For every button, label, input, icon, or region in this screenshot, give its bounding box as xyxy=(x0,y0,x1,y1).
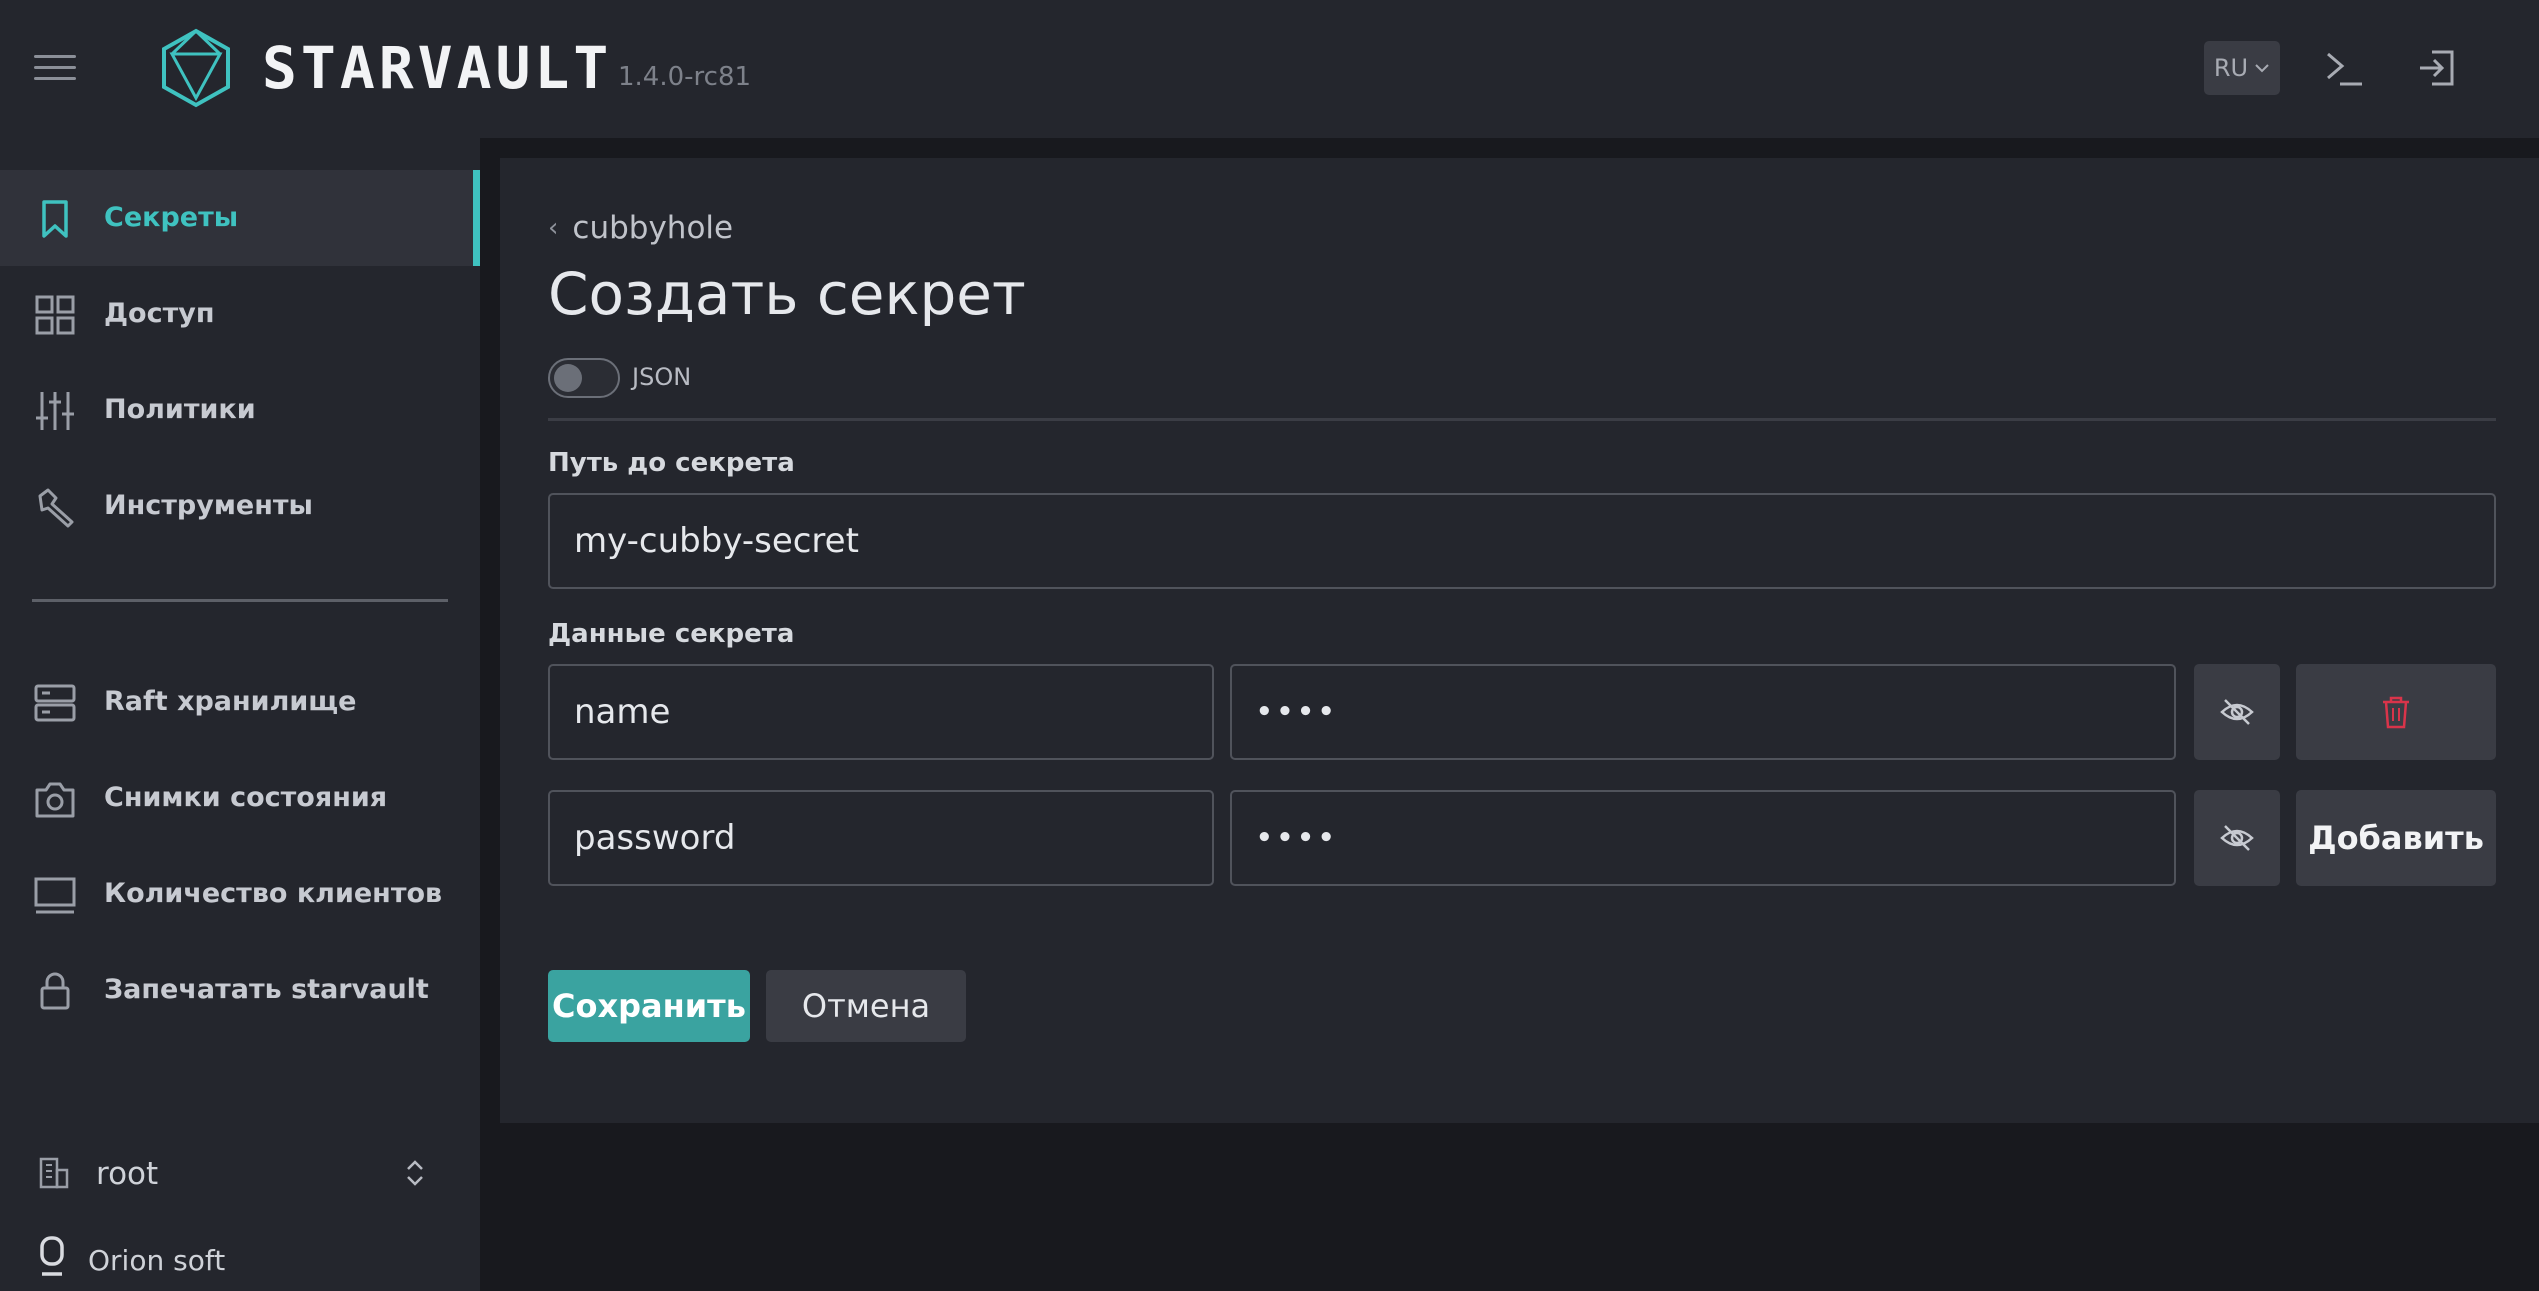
sidebar-item-access[interactable]: Доступ xyxy=(0,266,480,362)
monitor-icon xyxy=(34,877,76,914)
breadcrumb[interactable]: ‹ cubbyhole xyxy=(548,210,733,246)
grid-icon xyxy=(35,295,75,335)
logout-icon[interactable] xyxy=(2416,46,2460,90)
path-label: Путь до секрета xyxy=(548,448,795,478)
secret-value-input[interactable]: •••• xyxy=(1230,664,2176,760)
page-title: Создать секрет xyxy=(548,260,1026,328)
secret-value-input[interactable]: •••• xyxy=(1230,790,2176,886)
app-version: 1.4.0-rc81 xyxy=(618,62,752,92)
sidebar-item-label: Политики xyxy=(104,394,256,425)
sidebar-item-label: Инструменты xyxy=(104,490,313,521)
sidebar-item-label: Raft хранилище xyxy=(104,686,357,717)
chevron-left-icon: ‹ xyxy=(548,213,559,243)
breadcrumb-label: cubbyhole xyxy=(572,210,734,246)
menu-icon[interactable] xyxy=(34,55,76,80)
sidebar-item-tools[interactable]: Инструменты xyxy=(0,458,480,554)
organization-info: Orion soft xyxy=(38,1234,438,1284)
camera-icon xyxy=(35,782,75,818)
language-label: RU xyxy=(2213,54,2249,82)
sidebar-item-label: Запечатать starvault xyxy=(104,974,429,1005)
language-selector[interactable]: RU xyxy=(2204,41,2280,95)
delete-row-button[interactable] xyxy=(2296,664,2496,760)
sidebar-item-label: Снимки состояния xyxy=(104,782,388,813)
toggle-visibility-button[interactable] xyxy=(2194,790,2280,886)
add-row-button[interactable]: Добавить xyxy=(2296,790,2496,886)
json-toggle[interactable] xyxy=(548,358,620,398)
secret-data-label: Данные секрета xyxy=(548,619,795,649)
sidebar-item-label: Секреты xyxy=(104,202,239,233)
sidebar-item-label: Доступ xyxy=(104,298,215,329)
orion-logo-icon xyxy=(40,1236,64,1276)
sidebar-item-policies[interactable]: Политики xyxy=(0,362,480,458)
namespace-label: root xyxy=(96,1156,159,1192)
main-panel: ‹ cubbyhole Создать секрет JSON Путь до … xyxy=(500,158,2539,1123)
sidebar: Секреты Доступ Политики Инструменты Raft… xyxy=(0,138,480,1291)
sidebar-item-client-count[interactable]: Количество клиентов xyxy=(0,846,480,942)
sliders-icon xyxy=(36,392,74,430)
secret-path-input[interactable]: my-cubby-secret xyxy=(548,493,2496,589)
top-bar: STARVAULT 1.4.0-rc81 RU xyxy=(0,0,2539,138)
secret-key-input[interactable]: password xyxy=(548,790,1214,886)
organization-label: Orion soft xyxy=(88,1244,226,1277)
tools-icon xyxy=(38,488,74,528)
json-toggle-label: JSON xyxy=(632,363,692,391)
lock-icon xyxy=(40,972,70,1010)
sidebar-item-seal[interactable]: Запечатать starvault xyxy=(0,942,480,1038)
eye-off-icon xyxy=(2220,699,2254,725)
toggle-knob xyxy=(554,364,582,392)
trash-icon xyxy=(2383,696,2409,729)
bookmark-icon xyxy=(42,200,68,238)
sidebar-item-snapshots[interactable]: Снимки состояния xyxy=(0,750,480,846)
server-icon xyxy=(34,684,76,722)
eye-off-icon xyxy=(2220,825,2254,851)
terminal-icon[interactable] xyxy=(2322,46,2366,90)
secret-key-input[interactable]: name xyxy=(548,664,1214,760)
cancel-button[interactable]: Отмена xyxy=(766,970,966,1042)
starvault-logo-icon xyxy=(162,28,230,108)
sidebar-item-label: Количество клиентов xyxy=(104,878,443,909)
chevron-down-icon xyxy=(2255,64,2269,73)
sidebar-divider xyxy=(32,599,448,602)
namespace-selector[interactable]: root xyxy=(38,1150,438,1200)
sidebar-item-secrets[interactable]: Секреты xyxy=(0,170,480,266)
chevron-up-down-icon xyxy=(407,1160,423,1186)
brand-name: STARVAULT xyxy=(262,34,613,102)
sidebar-item-raft-storage[interactable]: Raft хранилище xyxy=(0,654,480,750)
building-icon xyxy=(39,1157,69,1189)
save-button[interactable]: Сохранить xyxy=(548,970,750,1042)
divider xyxy=(548,418,2496,421)
toggle-visibility-button[interactable] xyxy=(2194,664,2280,760)
